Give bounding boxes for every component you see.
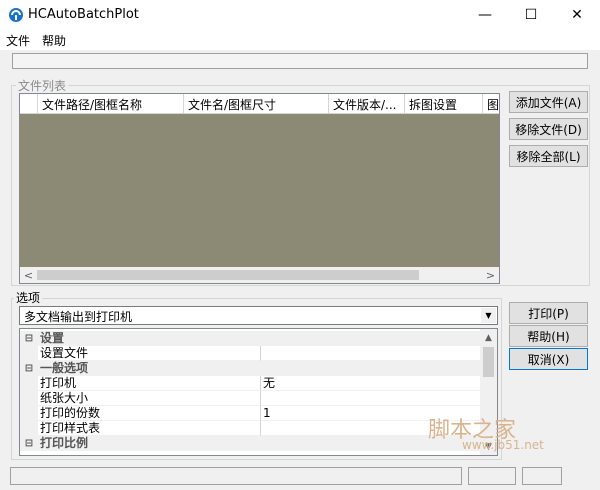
horizontal-scroll-thumb[interactable] (37, 270, 419, 280)
property-category-plot-scale[interactable]: ⊟ 打印比例 (20, 436, 482, 451)
property-grid[interactable]: ⊟ 设置 设置文件 ⊟ 一般选项 打印机 无 纸张大小 打印的份数 1 打印样式… (19, 328, 498, 456)
status-panel-main (10, 467, 462, 485)
file-list[interactable]: 文件路径/图框名称 文件名/图框尺寸 文件版本/... 拆图设置 图 < > (19, 93, 500, 284)
scroll-up-arrow[interactable]: ▲ (480, 329, 497, 346)
collapse-icon[interactable]: ⊟ (20, 361, 38, 376)
column-header-split[interactable]: 拆图设置 (405, 94, 483, 114)
column-header-check[interactable] (20, 94, 38, 114)
help-button[interactable]: 帮助(H) (509, 325, 588, 347)
window-title: HCAutoBatchPlot (28, 7, 139, 22)
horizontal-scrollbar[interactable]: < > (20, 267, 499, 283)
cancel-button[interactable]: 取消(X) (509, 348, 588, 370)
property-value[interactable]: 无 (260, 376, 482, 391)
collapse-icon[interactable]: ⊟ (20, 436, 38, 451)
output-mode-value: 多文档输出到打印机 (24, 310, 133, 324)
minimize-button[interactable]: — (462, 0, 508, 30)
property-name: 打印比例 (38, 436, 260, 451)
property-name: 打印机 (38, 376, 260, 391)
property-name: 一般选项 (38, 361, 260, 376)
vertical-scroll-thumb[interactable] (483, 347, 494, 377)
title-bar: HCAutoBatchPlot — ☐ ✕ (0, 0, 600, 30)
remove-all-button[interactable]: 移除全部(L) (509, 145, 588, 167)
chevron-down-icon[interactable]: ▼ (481, 308, 496, 323)
column-header-path[interactable]: 文件路径/图框名称 (38, 94, 184, 114)
status-bar (0, 462, 600, 490)
column-header-filename[interactable]: 文件名/图框尺寸 (184, 94, 329, 114)
property-row-plot-style[interactable]: 打印样式表 (20, 421, 482, 436)
status-panel-2 (468, 467, 516, 485)
property-row-settings-file[interactable]: 设置文件 (20, 346, 482, 361)
property-category-settings[interactable]: ⊟ 设置 (20, 331, 482, 346)
file-list-group-label: 文件列表 (16, 77, 69, 94)
path-bar (12, 53, 588, 69)
print-button[interactable]: 打印(P) (509, 302, 588, 324)
property-name: 设置 (38, 331, 260, 346)
watermark-url: www.jb51.net (462, 438, 544, 452)
status-panel-3 (522, 467, 562, 485)
property-value[interactable] (260, 346, 482, 361)
collapse-icon[interactable]: ⊟ (20, 331, 38, 346)
file-list-header: 文件路径/图框名称 文件名/图框尺寸 文件版本/... 拆图设置 图 (20, 94, 499, 114)
property-name: 纸张大小 (38, 391, 260, 406)
options-group-label: 选项 (14, 289, 43, 306)
app-icon (9, 8, 23, 22)
remove-file-button[interactable]: 移除文件(D) (509, 118, 588, 140)
output-mode-select[interactable]: 多文档输出到打印机 ▼ (19, 306, 498, 325)
add-file-button[interactable]: 添加文件(A) (509, 91, 588, 113)
scroll-left-arrow[interactable]: < (20, 267, 37, 284)
menu-file[interactable]: 文件 (6, 32, 30, 49)
scroll-right-arrow[interactable]: > (482, 267, 499, 284)
property-row-printer[interactable]: 打印机 无 (20, 376, 482, 391)
property-row-paper-size[interactable]: 纸张大小 (20, 391, 482, 406)
property-name: 设置文件 (38, 346, 260, 361)
close-button[interactable]: ✕ (554, 0, 600, 30)
maximize-button[interactable]: ☐ (508, 0, 554, 30)
column-header-version[interactable]: 文件版本/... (329, 94, 405, 114)
file-list-body[interactable] (20, 114, 499, 267)
property-value[interactable] (260, 391, 482, 406)
property-row-copies[interactable]: 打印的份数 1 (20, 406, 482, 421)
property-name: 打印样式表 (38, 421, 260, 436)
property-category-general[interactable]: ⊟ 一般选项 (20, 361, 482, 376)
menu-bar: 文件 帮助 (0, 30, 600, 50)
column-header-frame[interactable]: 图 (483, 94, 499, 114)
property-name: 打印的份数 (38, 406, 260, 421)
menu-help[interactable]: 帮助 (42, 32, 66, 49)
